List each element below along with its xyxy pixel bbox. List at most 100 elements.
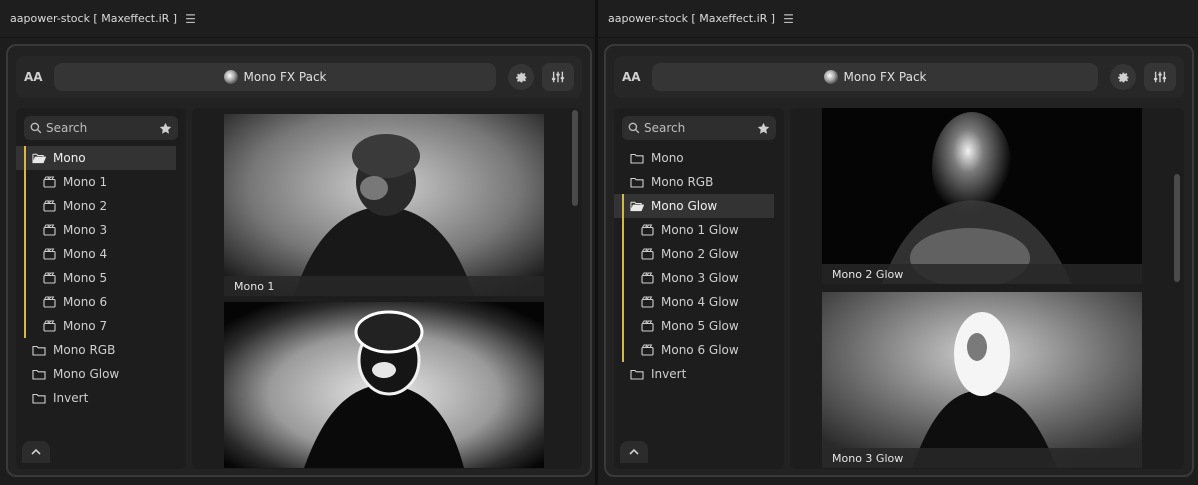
clapperboard-icon	[640, 296, 654, 308]
tree-preset-item[interactable]: Mono 4 Glow	[614, 290, 784, 314]
clapperboard-icon	[42, 320, 56, 332]
gear-icon	[515, 72, 526, 82]
open-folder-guide	[24, 146, 26, 338]
collapse-button[interactable]	[22, 441, 50, 463]
scrollbar[interactable]	[572, 108, 578, 469]
clapperboard-icon	[42, 200, 56, 212]
tree-preset-item[interactable]: Mono 2 Glow	[614, 242, 784, 266]
scrollbar[interactable]	[1174, 108, 1180, 469]
tree-folder-item[interactable]: Invert	[16, 386, 186, 410]
tree-preset-item[interactable]: Mono 7	[16, 314, 186, 338]
pack-selector[interactable]: Mono FX Pack	[652, 63, 1098, 91]
tree-preset-item[interactable]: Mono 1 Glow	[614, 218, 784, 242]
tree-item-label: Mono RGB	[53, 343, 116, 357]
tree-item-label: Mono 2 Glow	[661, 247, 739, 261]
folder-icon	[630, 152, 644, 164]
clapperboard-icon	[42, 224, 56, 236]
sliders-icon	[1153, 71, 1167, 83]
clapperboard-icon	[640, 272, 654, 284]
hamburger-icon[interactable]: ☰	[783, 12, 794, 26]
clapperboard-icon	[640, 344, 654, 356]
settings-button[interactable]	[508, 64, 534, 90]
tree-folder-item[interactable]: Mono	[16, 146, 176, 170]
scrollbar-thumb[interactable]	[1174, 174, 1180, 282]
right-panel: aapower-stock [ Maxeffect.iR ] ☰ AA Mono…	[598, 0, 1198, 485]
search-icon	[30, 122, 42, 134]
pack-selector[interactable]: Mono FX Pack	[54, 63, 496, 91]
folder-open-icon	[630, 200, 644, 212]
tree-preset-item[interactable]: Mono 6	[16, 290, 186, 314]
preview-caption: Mono 2 Glow	[822, 264, 1142, 284]
tree-preset-item[interactable]: Mono 4	[16, 242, 186, 266]
preview-thumbnail	[224, 302, 544, 468]
tree-preset-item[interactable]: Mono 5 Glow	[614, 314, 784, 338]
tree-folder-item[interactable]: Mono Glow	[614, 194, 774, 218]
adjust-button[interactable]	[1144, 63, 1176, 91]
gear-icon	[1117, 72, 1128, 82]
tree-preset-item[interactable]: Mono 5	[16, 266, 186, 290]
search-input[interactable]: Search	[24, 116, 178, 140]
preview-thumbnail	[822, 292, 1142, 468]
tree-folder-item[interactable]: Mono RGB	[614, 170, 784, 194]
tree-item-label: Mono 6 Glow	[661, 343, 739, 357]
collapse-button[interactable]	[620, 441, 648, 463]
clapperboard-icon	[640, 224, 654, 236]
preview-caption: Mono 3 Glow	[822, 448, 1142, 468]
tree-item-label: Mono Glow	[651, 199, 718, 213]
preview-card[interactable]: Mono 1	[224, 114, 544, 296]
preview-card[interactable]: Mono 2 Glow	[822, 108, 1142, 284]
chevron-up-icon	[31, 448, 41, 455]
scrollbar-thumb[interactable]	[572, 110, 578, 206]
tree-item-label: Mono 1 Glow	[661, 223, 739, 237]
hamburger-icon[interactable]: ☰	[185, 12, 196, 26]
adjust-button[interactable]	[542, 63, 574, 91]
chevron-up-icon	[629, 448, 639, 455]
tree-item-label: Invert	[53, 391, 89, 405]
folder-icon	[32, 392, 46, 404]
preview-grid: Mono 2 Glow Mono 3 Glow	[790, 108, 1184, 469]
sidebar: Search Mono Mono RGB Mono Glow Mono 1 Glow M…	[614, 108, 784, 469]
preview-caption: Mono 1	[224, 276, 544, 296]
extension-frame: AA Mono FX Pack Search Mono Mono RGB Mono …	[604, 44, 1194, 477]
font-size-toggle[interactable]: AA	[622, 70, 646, 84]
tree-item-label: Mono 4	[63, 247, 108, 261]
tree-preset-item[interactable]: Mono 3 Glow	[614, 266, 784, 290]
folder-icon	[32, 344, 46, 356]
tree-folder-item[interactable]: Invert	[614, 362, 784, 386]
tree-folder-item[interactable]: Mono Glow	[16, 362, 186, 386]
tree-preset-item[interactable]: Mono 2	[16, 194, 186, 218]
clapperboard-icon	[42, 176, 56, 188]
tree-item-label: Invert	[651, 367, 687, 381]
clapperboard-icon	[42, 272, 56, 284]
tree-item-label: Mono 4 Glow	[661, 295, 739, 309]
tree-item-label: Mono 5	[63, 271, 108, 285]
star-icon[interactable]	[757, 122, 770, 135]
tree-item-label: Mono 7	[63, 319, 108, 333]
sliders-icon	[551, 71, 565, 83]
tree-preset-item[interactable]: Mono 1	[16, 170, 186, 194]
tree-folder-item[interactable]: Mono RGB	[16, 338, 186, 362]
preview-grid: Mono 1	[192, 108, 582, 469]
extension-frame: AA Mono FX Pack Search Mono Mono 1 Mono 2M…	[6, 44, 592, 477]
search-icon	[628, 122, 640, 134]
preview-card[interactable]	[224, 302, 544, 468]
panel-title-bar: aapower-stock [ Maxeffect.iR ] ☰	[598, 0, 1198, 38]
tree-item-label: Mono 2	[63, 199, 108, 213]
settings-button[interactable]	[1110, 64, 1136, 90]
window-title: aapower-stock [ Maxeffect.iR ]	[608, 12, 776, 25]
tree-folder-item[interactable]: Mono	[614, 146, 784, 170]
preview-thumbnail	[822, 108, 1142, 284]
tree-preset-item[interactable]: Mono 3	[16, 218, 186, 242]
sidebar: Search Mono Mono 1 Mono 2 Mono 3 Mono 4 Mono …	[16, 108, 186, 469]
tree-item-label: Mono Glow	[53, 367, 120, 381]
tree-preset-item[interactable]: Mono 6 Glow	[614, 338, 784, 362]
top-toolbar: AA Mono FX Pack	[614, 56, 1184, 98]
top-toolbar: AA Mono FX Pack	[16, 56, 582, 98]
open-folder-guide	[622, 194, 624, 362]
font-size-toggle[interactable]: AA	[24, 70, 48, 84]
search-input[interactable]: Search	[622, 116, 776, 140]
tree-item-label: Mono 3 Glow	[661, 271, 739, 285]
folder-open-icon	[32, 152, 46, 164]
star-icon[interactable]	[159, 122, 172, 135]
preview-card[interactable]: Mono 3 Glow	[822, 292, 1142, 468]
